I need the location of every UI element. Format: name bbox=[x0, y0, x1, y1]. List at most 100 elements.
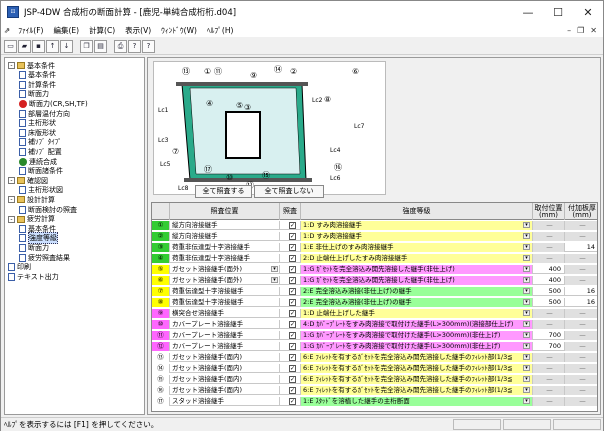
grade-dropdown-icon[interactable]: ▾ bbox=[523, 376, 530, 382]
check-cell[interactable]: ✓ bbox=[280, 320, 301, 329]
thick-cell[interactable]: 16 bbox=[565, 287, 597, 296]
help-icon[interactable]: ? bbox=[128, 39, 141, 53]
grade-dropdown-icon[interactable]: ▾ bbox=[523, 266, 530, 272]
paste-icon[interactable]: ▤ bbox=[94, 39, 107, 53]
tree-item[interactable]: 計算条件 bbox=[19, 80, 56, 89]
menu-item-3[interactable]: 表示(V) bbox=[120, 25, 156, 36]
tree-item[interactable]: テキスト出力 bbox=[8, 272, 59, 281]
pos-cell[interactable]: — bbox=[533, 353, 565, 362]
check-checkbox[interactable]: ✓ bbox=[289, 310, 296, 317]
thick-cell[interactable]: — bbox=[565, 265, 597, 274]
minimize-button[interactable]: — bbox=[513, 1, 543, 23]
check-cell[interactable]: ✓ bbox=[280, 287, 301, 296]
check-checkbox[interactable]: ✓ bbox=[289, 321, 296, 328]
new-icon[interactable]: ▭ bbox=[4, 39, 17, 53]
position-cell[interactable]: 荷重非伝達型十字溶接継手 bbox=[170, 243, 280, 252]
position-cell[interactable]: カバープレート溶接継手 bbox=[170, 320, 280, 329]
maximize-button[interactable]: ☐ bbox=[543, 1, 573, 23]
thick-cell[interactable]: — bbox=[565, 353, 597, 362]
mdi-restore-button[interactable]: ❐ bbox=[577, 26, 584, 35]
grade-cell[interactable]: 6:E ﾌｨﾚｯﾄを有するｶﾞｾｯﾄを完全溶込み開先溶接した継手のﾌｨﾚｯﾄ部(… bbox=[301, 364, 533, 373]
tree-item[interactable]: - 基本条件 bbox=[8, 61, 55, 70]
check-cell[interactable]: ✓ bbox=[280, 342, 301, 351]
tree-item[interactable]: 断面検討の照査 bbox=[19, 205, 77, 214]
check-cell[interactable]: ✓ bbox=[280, 386, 301, 395]
check-checkbox[interactable]: ✓ bbox=[289, 398, 296, 405]
tree-item[interactable]: 強度等級 bbox=[19, 232, 58, 245]
thick-cell[interactable]: — bbox=[565, 342, 597, 351]
thick-cell[interactable]: 16 bbox=[565, 298, 597, 307]
grade-cell[interactable]: 1:G ｶﾞｾｯﾄを完全溶込み開先溶接した継手(非仕上げ) bbox=[301, 265, 533, 274]
grade-cell[interactable]: 2:E 完全溶込み溶接(非仕上げ)の継手 bbox=[301, 298, 533, 307]
check-cell[interactable]: ✓ bbox=[280, 254, 301, 263]
thick-cell[interactable]: — bbox=[565, 375, 597, 384]
check-cell[interactable]: ✓ bbox=[280, 364, 301, 373]
grade-dropdown-icon[interactable]: ▾ bbox=[523, 343, 530, 349]
tree-item[interactable]: - 疲労計算 bbox=[8, 215, 55, 224]
check-checkbox[interactable]: ✓ bbox=[289, 299, 296, 306]
grade-dropdown-icon[interactable]: ▾ bbox=[523, 310, 530, 316]
print-icon[interactable]: ⎙ bbox=[114, 39, 127, 53]
position-cell[interactable]: 荷重非伝達型十字溶接継手 bbox=[170, 254, 280, 263]
grade-cell[interactable]: 6:E ﾌｨﾚｯﾄを有するｶﾞｾｯﾄを完全溶込み開先溶接した継手のﾌｨﾚｯﾄ部(… bbox=[301, 375, 533, 384]
arrow-up-icon[interactable]: ↑ bbox=[46, 39, 59, 53]
check-checkbox[interactable]: ✓ bbox=[289, 365, 296, 372]
check-all-button[interactable]: 全て照査する bbox=[195, 185, 252, 198]
save-icon[interactable]: ▪ bbox=[32, 39, 45, 53]
navigation-tree[interactable]: - 基本条件 基本条件 計算条件 断面力 断面力(CR,SH,TF) 部層温付方向 主桁形状床… bbox=[4, 57, 145, 415]
grade-dropdown-icon[interactable]: ▾ bbox=[523, 387, 530, 393]
thick-cell[interactable]: — bbox=[565, 221, 597, 230]
position-cell[interactable]: ガセット溶接継手(面外) bbox=[170, 276, 280, 285]
menu-item-5[interactable]: ﾍﾙﾌﾟ(H) bbox=[202, 25, 239, 36]
grade-cell[interactable]: 1:G ｶﾞｾｯﾄを完全溶込み開先溶接した継手(非仕上げ) bbox=[301, 276, 533, 285]
grade-dropdown-icon[interactable]: ▾ bbox=[523, 365, 530, 371]
grade-dropdown-icon[interactable]: ▾ bbox=[523, 277, 530, 283]
thick-cell[interactable]: — bbox=[565, 331, 597, 340]
thick-cell[interactable]: — bbox=[565, 320, 597, 329]
check-cell[interactable]: ✓ bbox=[280, 298, 301, 307]
grade-cell[interactable]: 4:D ｶﾊﾞｰﾌﾟﾚｰﾄをすみ肉溶接で取付けた継手(L>300mm)(溶接部仕… bbox=[301, 320, 533, 329]
grade-dropdown-icon[interactable]: ▾ bbox=[523, 299, 530, 305]
check-checkbox[interactable]: ✓ bbox=[289, 233, 296, 240]
pos-cell[interactable]: — bbox=[533, 386, 565, 395]
check-checkbox[interactable]: ✓ bbox=[289, 288, 296, 295]
pos-cell[interactable]: 500 bbox=[533, 287, 565, 296]
position-cell[interactable]: スタッド溶接継手 bbox=[170, 397, 280, 406]
tree-item[interactable]: 補ｿﾌﾞ ﾀｲﾌﾟ bbox=[19, 138, 62, 147]
expand-toggle-icon[interactable]: - bbox=[8, 215, 15, 223]
grade-cell[interactable]: 1:D 止端仕上げした継手 bbox=[301, 309, 533, 318]
grade-cell[interactable]: 6:E ﾌｨﾚｯﾄを有するｶﾞｾｯﾄを完全溶込み開先溶接した継手のﾌｨﾚｯﾄ部(… bbox=[301, 386, 533, 395]
tree-item[interactable]: 部層温付方向 bbox=[19, 109, 70, 118]
dropdown-arrow-icon[interactable]: ▾ bbox=[271, 266, 278, 272]
grade-dropdown-icon[interactable]: ▾ bbox=[523, 222, 530, 228]
grade-dropdown-icon[interactable]: ▾ bbox=[523, 354, 530, 360]
copy-icon[interactable]: ❐ bbox=[80, 39, 93, 53]
check-cell[interactable]: ✓ bbox=[280, 221, 301, 230]
expand-toggle-icon[interactable]: - bbox=[8, 62, 15, 69]
pos-cell[interactable]: 700 bbox=[533, 342, 565, 351]
pos-cell[interactable]: — bbox=[533, 375, 565, 384]
grade-cell[interactable]: 1:D すみ肉溶接継手 bbox=[301, 232, 533, 241]
tree-item[interactable]: 断面諸条件 bbox=[19, 167, 63, 176]
grade-dropdown-icon[interactable]: ▾ bbox=[523, 321, 530, 327]
pos-cell[interactable]: 500 bbox=[533, 298, 565, 307]
position-cell[interactable]: ガセット溶接継手(面内) bbox=[170, 386, 280, 395]
arrow-down-icon[interactable]: ↓ bbox=[60, 39, 73, 53]
position-cell[interactable]: ガセット溶接継手(面内) bbox=[170, 353, 280, 362]
check-cell[interactable]: ✓ bbox=[280, 243, 301, 252]
tree-item[interactable]: 床版形状 bbox=[19, 128, 56, 137]
check-cell[interactable]: ✓ bbox=[280, 276, 301, 285]
pos-cell[interactable]: — bbox=[533, 309, 565, 318]
grade-cell[interactable]: 1:E ｽﾀｯﾄﾞを溶植した継手の主桁断面 bbox=[301, 397, 533, 406]
menu-item-1[interactable]: 編集(E) bbox=[48, 25, 84, 36]
grade-dropdown-icon[interactable]: ▾ bbox=[523, 244, 530, 250]
thick-cell[interactable]: 14 bbox=[565, 243, 597, 252]
tree-item[interactable]: 主桁形状 bbox=[19, 119, 56, 128]
position-cell[interactable]: ガセット溶接継手(面内) bbox=[170, 375, 280, 384]
thick-cell[interactable]: — bbox=[565, 397, 597, 406]
position-cell[interactable]: ガセット溶接継手(面外) bbox=[170, 265, 280, 274]
thick-cell[interactable]: — bbox=[565, 386, 597, 395]
grade-dropdown-icon[interactable]: ▾ bbox=[523, 233, 530, 239]
grade-cell[interactable]: 1:G ｶﾊﾞｰﾌﾟﾚｰﾄをすみ肉溶接で取付けた継手(L>300mm)(非仕上げ… bbox=[301, 342, 533, 351]
grade-dropdown-icon[interactable]: ▾ bbox=[523, 288, 530, 294]
